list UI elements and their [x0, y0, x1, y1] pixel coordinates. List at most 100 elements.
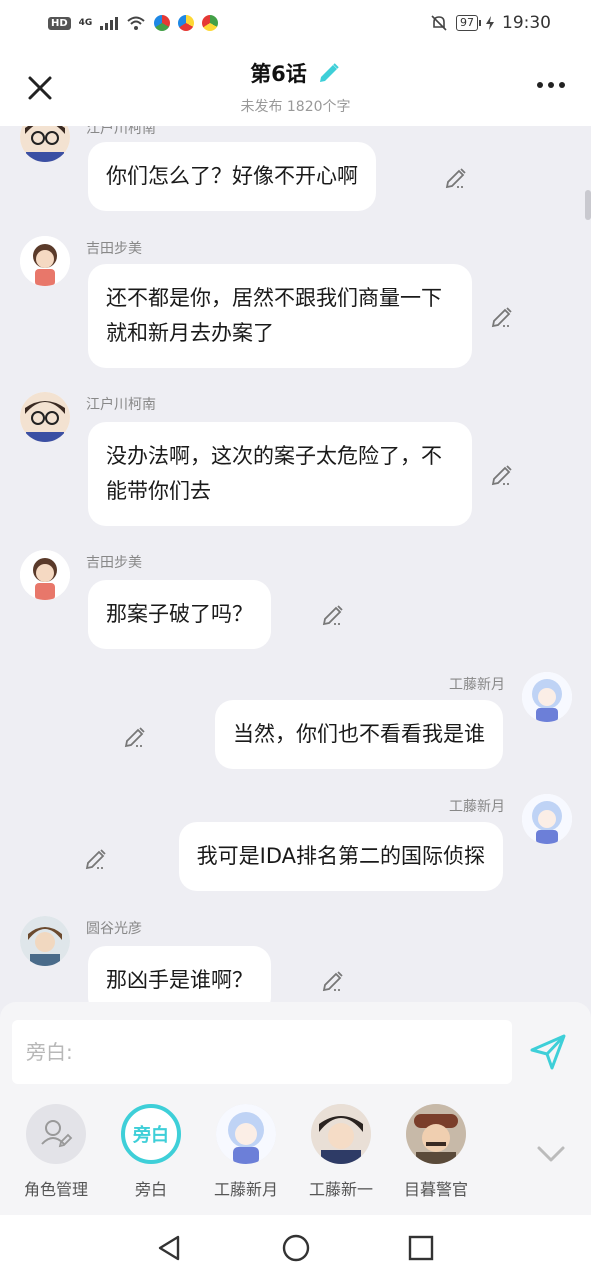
shingetsu-avatar-icon	[522, 672, 572, 722]
composer-panel: 角色管理 旁白 旁白 工藤新月 工藤新一 目暮警官	[0, 1002, 591, 1215]
app-notification-icon	[178, 15, 195, 31]
avatar[interactable]	[522, 794, 572, 844]
edit-icon[interactable]	[489, 304, 515, 330]
message-bubble[interactable]: 没办法啊，这次的案子太危险了，不能带你们去	[88, 422, 472, 526]
message-bubble[interactable]: 当然，你们也不看看我是谁	[215, 700, 503, 769]
message-bubble[interactable]: 我可是IDA排名第二的国际侦探	[178, 822, 503, 891]
avatar[interactable]	[20, 550, 70, 600]
message-text: 那案子破了吗？	[106, 602, 253, 626]
conan-avatar-icon	[20, 126, 70, 162]
message-item: 江户川柯南 你们怎么了？好像不开心啊	[0, 126, 591, 226]
role-label: 旁白	[134, 1180, 167, 1199]
wifi-icon	[127, 16, 145, 30]
system-nav-bar	[0, 1215, 591, 1280]
clock: 19:30	[502, 13, 551, 33]
role-narration-button[interactable]: 旁白 旁白	[111, 1102, 191, 1200]
shingetsu-avatar-icon	[522, 794, 572, 844]
ayumi-avatar-icon	[20, 236, 70, 286]
avatar[interactable]	[20, 392, 70, 442]
message-item: 圆谷光彦 那凶手是谁啊？	[0, 916, 591, 1002]
message-text: 还不都是你，居然不跟我们商量一下就和新月去办案了	[106, 286, 442, 345]
top-bar: 第6话 未发布 1820个字	[0, 46, 591, 126]
battery-icon: 97	[456, 15, 481, 31]
edit-icon[interactable]	[83, 846, 109, 872]
message-item: 吉田步美 那案子破了吗？	[0, 550, 591, 660]
sender-name: 江户川柯南	[86, 397, 156, 413]
avatar	[406, 1104, 466, 1164]
page-title: 第6话	[250, 62, 307, 86]
shingetsu-avatar-icon	[216, 1104, 276, 1164]
pencil-icon[interactable]	[317, 61, 341, 85]
page-subtitle: 未发布 1820个字	[240, 99, 351, 115]
role-label: 目暮警官	[403, 1180, 468, 1199]
role-manage-circle	[26, 1104, 86, 1164]
message-text: 我可是IDA排名第二的国际侦探	[196, 844, 485, 868]
sender-name: 圆谷光彦	[86, 921, 142, 937]
message-text: 当然，你们也不看看我是谁	[233, 722, 485, 746]
home-icon[interactable]	[281, 1233, 311, 1263]
status-right: 97 19:30	[430, 13, 551, 33]
message-text: 没办法啊，这次的案子太危险了，不能带你们去	[106, 444, 442, 503]
role-manage-button[interactable]: 角色管理	[16, 1102, 96, 1200]
megure-avatar-icon	[406, 1104, 466, 1164]
message-item: 工藤新月 当然，你们也不看看我是谁	[0, 672, 591, 782]
more-options-icon[interactable]	[537, 80, 565, 90]
narration-badge-text: 旁白	[133, 1125, 169, 1146]
role-label: 角色管理	[23, 1180, 88, 1199]
edit-icon[interactable]	[443, 165, 469, 191]
message-bubble[interactable]: 那案子破了吗？	[88, 580, 271, 649]
sender-name: 工藤新月	[449, 677, 505, 693]
sender-name: 吉田步美	[86, 241, 142, 257]
hd-indicator: HD	[48, 16, 71, 30]
role-megure-button[interactable]: 目暮警官	[396, 1102, 476, 1200]
ayumi-avatar-icon	[20, 550, 70, 600]
mitsuhiko-avatar-icon	[20, 916, 70, 966]
message-bubble[interactable]: 还不都是你，居然不跟我们商量一下就和新月去办案了	[88, 264, 472, 368]
status-left: HD 4G	[48, 15, 219, 31]
app-notification-icon	[154, 15, 171, 31]
avatar	[311, 1104, 371, 1164]
sender-name: 吉田步美	[86, 555, 142, 571]
message-text: 那凶手是谁啊？	[106, 968, 253, 992]
mute-bell-icon	[431, 15, 447, 31]
role-label: 工藤新一	[308, 1180, 373, 1199]
sender-name: 工藤新月	[449, 799, 505, 815]
message-text: 你们怎么了？好像不开心啊	[106, 164, 358, 188]
message-input[interactable]	[12, 1020, 512, 1084]
message-item: 工藤新月 我可是IDA排名第二的国际侦探	[0, 794, 591, 904]
message-item: 吉田步美 还不都是你，居然不跟我们商量一下就和新月去办案了	[0, 236, 591, 376]
role-shinichi-button[interactable]: 工藤新一	[301, 1102, 381, 1200]
conan-avatar-icon	[20, 392, 70, 442]
edit-icon[interactable]	[320, 968, 346, 994]
message-bubble[interactable]: 你们怎么了？好像不开心啊	[88, 142, 376, 211]
avatar	[216, 1104, 276, 1164]
recents-icon[interactable]	[406, 1233, 436, 1263]
role-selector: 角色管理 旁白 旁白 工藤新月 工藤新一 目暮警官	[0, 1102, 591, 1202]
chevron-down-icon[interactable]	[535, 1142, 567, 1166]
avatar[interactable]	[20, 916, 70, 966]
edit-icon[interactable]	[122, 724, 148, 750]
title-row: 第6话	[250, 58, 341, 88]
role-label: 工藤新月	[213, 1180, 278, 1199]
avatar[interactable]	[522, 672, 572, 722]
sender-name: 江户川柯南	[86, 126, 156, 137]
charging-icon	[486, 16, 494, 30]
title-area: 第6话 未发布 1820个字	[0, 58, 591, 116]
signal-icon	[100, 16, 119, 30]
send-icon[interactable]	[528, 1032, 568, 1072]
back-icon[interactable]	[154, 1233, 184, 1263]
avatar[interactable]	[20, 236, 70, 286]
edit-icon[interactable]	[489, 462, 515, 488]
chat-list[interactable]: 江户川柯南 你们怎么了？好像不开心啊 吉田步美 还不都是你，居然不跟我们商量一下…	[0, 126, 591, 1002]
role-shingetsu-button[interactable]: 工藤新月	[206, 1102, 286, 1200]
edit-icon[interactable]	[320, 602, 346, 628]
user-edit-icon	[41, 1120, 73, 1148]
message-item: 江户川柯南 没办法啊，这次的案子太危险了，不能带你们去	[0, 392, 591, 532]
app-notification-icon	[202, 15, 219, 31]
avatar[interactable]	[20, 126, 70, 162]
status-bar: HD 4G 97 19:30	[0, 0, 591, 46]
shinichi-avatar-icon	[311, 1104, 371, 1164]
network-type: 4G	[78, 18, 93, 28]
message-bubble[interactable]: 那凶手是谁啊？	[88, 946, 271, 1002]
narration-badge: 旁白	[121, 1104, 181, 1164]
